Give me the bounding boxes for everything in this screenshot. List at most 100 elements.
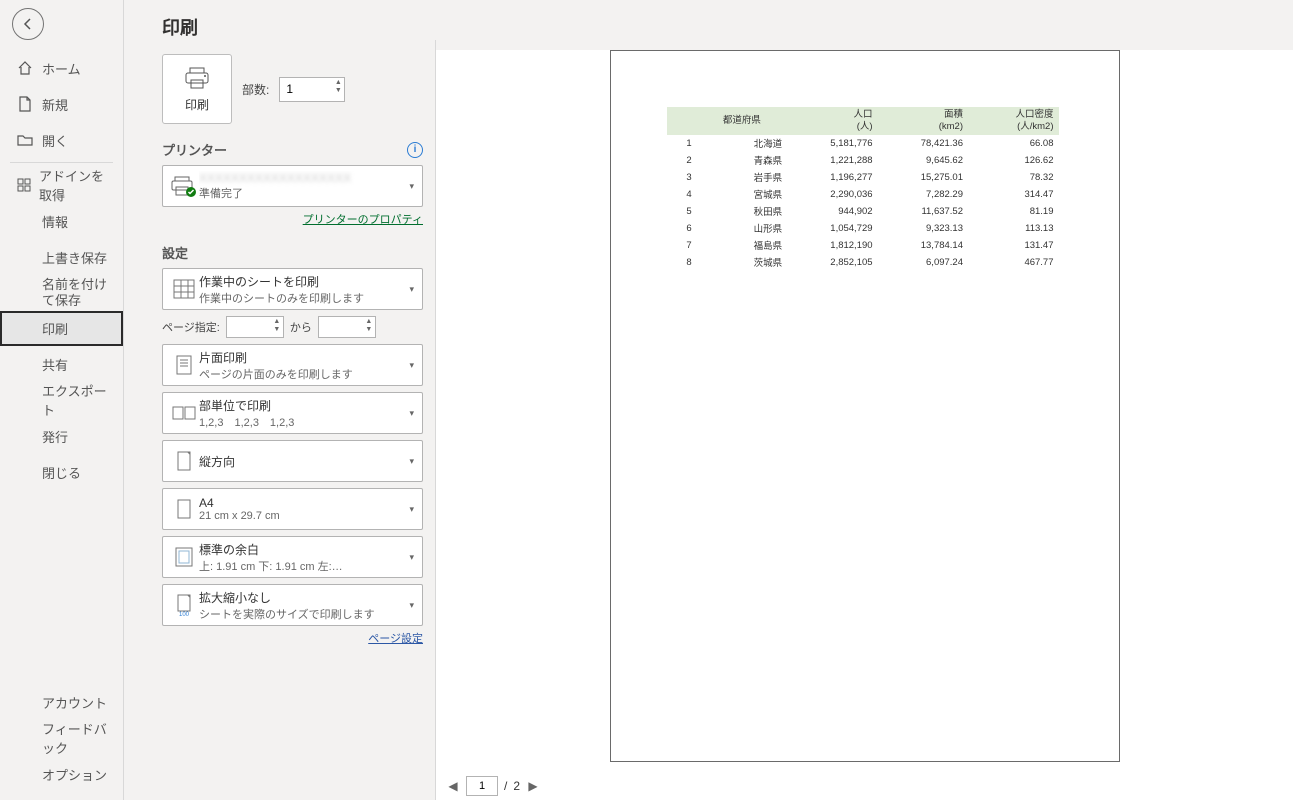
nav-feedback[interactable]: フィードバック [0, 720, 123, 756]
main-panel: 印刷 印刷 部数: ▲ ▼ [124, 0, 1293, 800]
collate-icon [169, 404, 199, 422]
row-pref: 北海道 [697, 135, 787, 152]
paper-icon [169, 498, 199, 520]
row-dens: 66.08 [968, 135, 1059, 152]
nav-close-label: 閉じる [42, 463, 81, 482]
margins-icon [169, 546, 199, 568]
printer-section-label: プリンター [162, 140, 227, 159]
row-pop: 1,054,729 [787, 220, 877, 237]
new-file-icon [16, 95, 34, 113]
paper-size-dropdown[interactable]: A4 21 cm x 29.7 cm ▾ [162, 488, 423, 530]
row-pop: 1,812,190 [787, 237, 877, 254]
row-dens: 314.47 [968, 186, 1059, 203]
print-button-label: 印刷 [185, 96, 209, 113]
pager-current-input[interactable] [466, 776, 498, 796]
row-pop: 944,902 [787, 203, 877, 220]
copies-spinbox[interactable]: ▲ ▼ [279, 77, 345, 102]
home-icon [16, 59, 34, 77]
printer-properties-link[interactable]: プリンターのプロパティ [162, 211, 423, 227]
settings-section-label: 設定 [162, 243, 188, 262]
row-index: 8 [667, 254, 697, 271]
margins-l1: 標準の余白 [199, 541, 407, 558]
row-dens: 467.77 [968, 254, 1059, 271]
table-row: 5秋田県944,90211,637.5281.19 [667, 203, 1059, 220]
scaling-l2: シートを実際のサイズで印刷します [199, 606, 407, 622]
sides-dropdown[interactable]: 片面印刷 ページの片面のみを印刷します ▾ [162, 344, 423, 386]
collate-l1: 部単位で印刷 [199, 397, 407, 414]
table-row: 4宮城県2,290,0367,282.29314.47 [667, 186, 1059, 203]
pages-to-spinbox[interactable]: ▲▼ [318, 316, 376, 338]
nav-account[interactable]: アカウント [0, 684, 123, 720]
addins-icon [16, 176, 31, 194]
row-index: 1 [667, 135, 697, 152]
sides-l1: 片面印刷 [199, 349, 407, 366]
nav-new-label: 新規 [42, 95, 68, 114]
copies-up[interactable]: ▲ [333, 79, 343, 87]
row-area: 9,323.13 [878, 220, 968, 237]
row-pref: 秋田県 [697, 203, 787, 220]
table-row: 2青森県1,221,2889,645.62126.62 [667, 152, 1059, 169]
nav-options[interactable]: オプション [0, 756, 123, 792]
nav-options-label: オプション [42, 765, 107, 784]
row-index: 2 [667, 152, 697, 169]
row-pref: 岩手県 [697, 169, 787, 186]
nav-publish[interactable]: 発行 [0, 418, 123, 454]
nav-save-label: 上書き保存 [42, 248, 107, 267]
back-button[interactable] [12, 8, 44, 40]
nav-open[interactable]: 開く [0, 122, 123, 158]
th-dens: 人口密度(人/km2) [968, 107, 1059, 135]
copies-down[interactable]: ▼ [333, 87, 343, 95]
nav-saveas[interactable]: 名前を付けて保存 [0, 275, 123, 311]
row-pop: 2,852,105 [787, 254, 877, 271]
nav-share-label: 共有 [42, 355, 68, 374]
row-pop: 1,221,288 [787, 152, 877, 169]
nav-save[interactable]: 上書き保存 [0, 239, 123, 275]
nav-print[interactable]: 印刷 [0, 311, 123, 346]
print-what-l1: 作業中のシートを印刷 [199, 273, 407, 290]
nav-close[interactable]: 閉じる [0, 454, 123, 490]
collate-l2: 1,2,3 1,2,3 1,2,3 [199, 414, 407, 430]
row-area: 15,275.01 [878, 169, 968, 186]
row-dens: 81.19 [968, 203, 1059, 220]
printer-dropdown[interactable]: XXXXXXXXXXXXXXXXXXX 準備完了 ▾ [162, 165, 423, 207]
nav-open-label: 開く [42, 131, 68, 150]
collate-dropdown[interactable]: 部単位で印刷 1,2,3 1,2,3 1,2,3 ▾ [162, 392, 423, 434]
row-dens: 126.62 [968, 152, 1059, 169]
print-what-dropdown[interactable]: 作業中のシートを印刷 作業中のシートのみを印刷します ▾ [162, 268, 423, 310]
nav-share[interactable]: 共有 [0, 346, 123, 382]
page-setup-link[interactable]: ページ設定 [162, 630, 423, 646]
nav-export[interactable]: エクスポート [0, 382, 123, 418]
pager-prev[interactable]: ◀ [446, 779, 460, 793]
scaling-dropdown[interactable]: 100 拡大縮小なし シートを実際のサイズで印刷します ▾ [162, 584, 423, 626]
row-dens: 131.47 [968, 237, 1059, 254]
printer-info-icon[interactable]: i [407, 142, 423, 158]
row-pref: 茨城県 [697, 254, 787, 271]
chevron-down-icon: ▾ [407, 181, 416, 192]
row-area: 6,097.24 [878, 254, 968, 271]
print-what-l2: 作業中のシートのみを印刷します [199, 290, 407, 306]
pages-from-down[interactable]: ▼ [272, 326, 282, 334]
nav-home[interactable]: ホーム [0, 50, 123, 86]
nav-info[interactable]: 情報 [0, 203, 123, 239]
orientation-dropdown[interactable]: 縦方向 ▾ [162, 440, 423, 482]
pages-to-up[interactable]: ▲ [364, 318, 374, 326]
pager-next[interactable]: ▶ [526, 779, 540, 793]
nav-new[interactable]: 新規 [0, 86, 123, 122]
row-dens: 113.13 [968, 220, 1059, 237]
chevron-down-icon: ▾ [407, 504, 416, 515]
nav-addins[interactable]: アドインを取得 [0, 167, 123, 203]
pages-from-spinbox[interactable]: ▲▼ [226, 316, 284, 338]
scaling-l1: 拡大縮小なし [199, 589, 407, 606]
margins-dropdown[interactable]: 標準の余白 上: 1.91 cm 下: 1.91 cm 左:… ▾ [162, 536, 423, 578]
chevron-down-icon: ▾ [407, 456, 416, 467]
pages-to-down[interactable]: ▼ [364, 326, 374, 334]
row-index: 3 [667, 169, 697, 186]
pages-from-up[interactable]: ▲ [272, 318, 282, 326]
printer-status: 準備完了 [199, 185, 407, 201]
row-index: 6 [667, 220, 697, 237]
print-button[interactable]: 印刷 [162, 54, 232, 124]
row-pref: 福島県 [697, 237, 787, 254]
th-pop: 人口(人) [787, 107, 877, 135]
row-pop: 2,290,036 [787, 186, 877, 203]
printer-name: XXXXXXXXXXXXXXXXXXX [199, 171, 407, 185]
